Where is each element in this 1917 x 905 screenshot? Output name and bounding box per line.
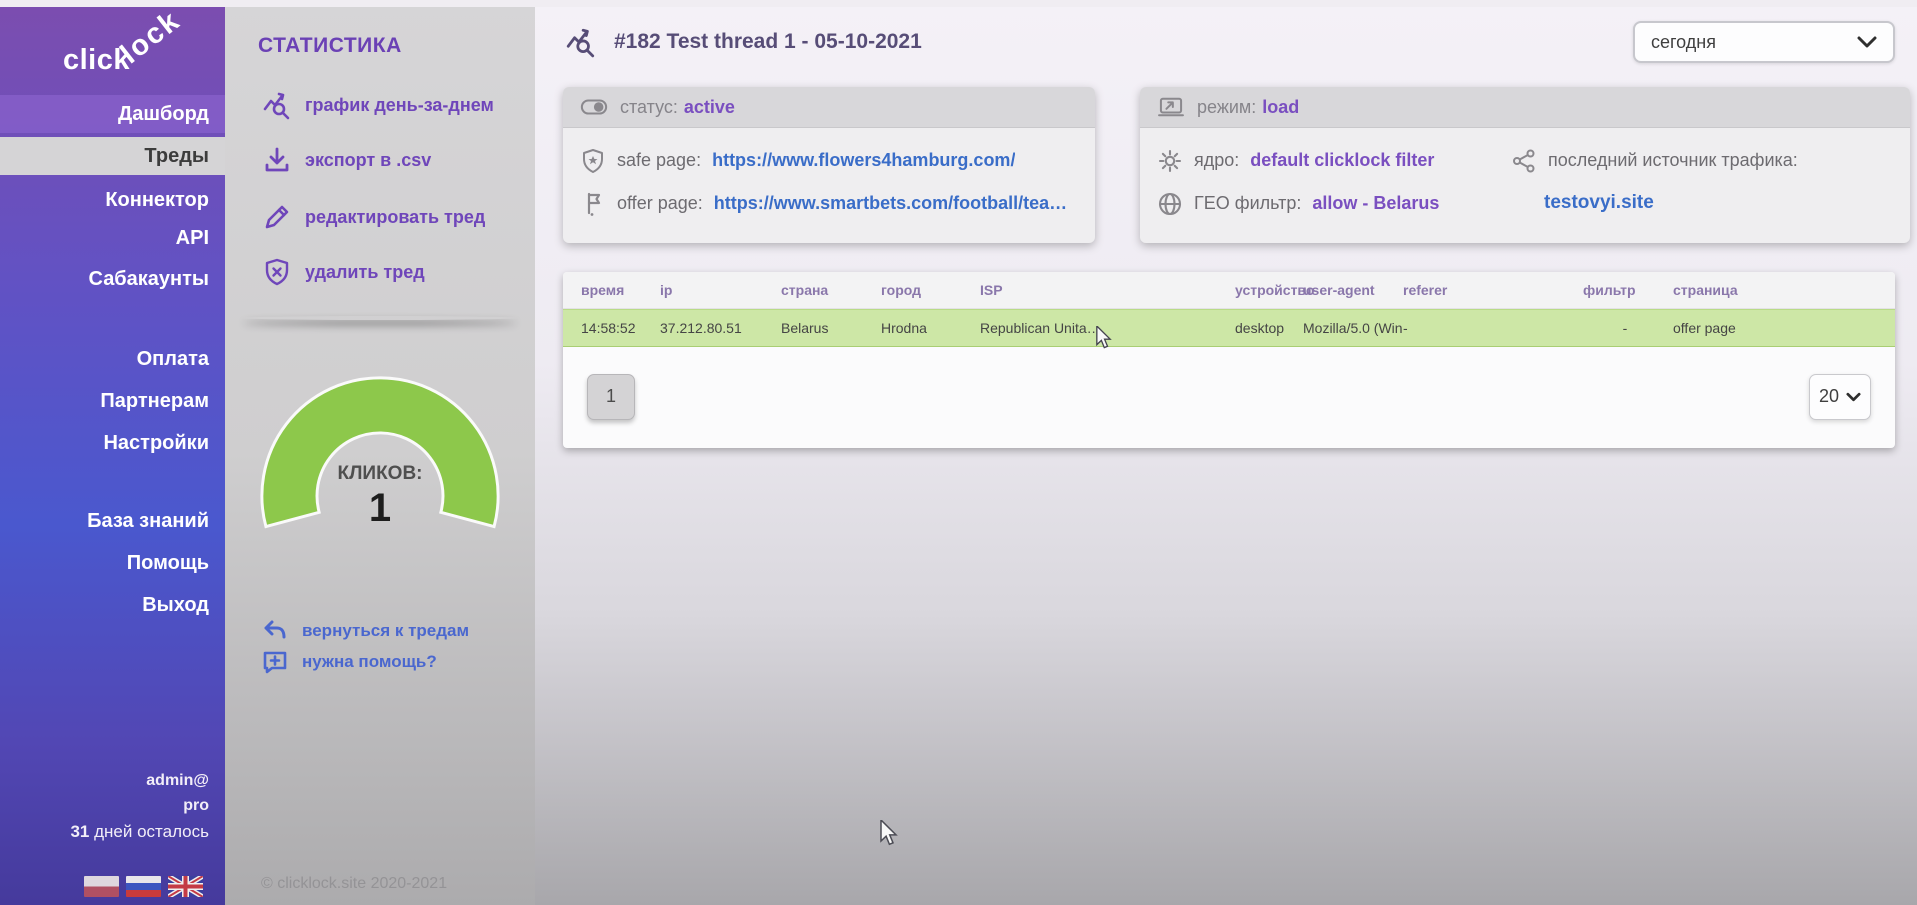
col-filter: фильтр: [1583, 282, 1673, 298]
kernel-row: ядро: default clicklock filter: [1157, 139, 1511, 182]
sidebar-item-dashboard[interactable]: Дашборд: [0, 95, 225, 133]
gauge-value: 1: [252, 486, 508, 531]
download-icon: [262, 145, 292, 175]
undo-icon: [262, 618, 288, 644]
last-traffic-source-row: последний источник трафика:: [1511, 139, 1893, 182]
traffic-source-link[interactable]: testovyi.site: [1544, 192, 1654, 214]
clicks-gauge: КЛИКОВ: 1: [252, 368, 508, 548]
account-days-left: 31 дней осталось: [70, 822, 209, 842]
uk-flag-icon[interactable]: [168, 876, 203, 897]
sidebar-item-payment[interactable]: Оплата: [0, 341, 225, 377]
delete-thread-button[interactable]: удалить тред: [262, 255, 425, 289]
cell-city: Hrodna: [881, 320, 980, 336]
page-1-button[interactable]: 1: [587, 374, 635, 420]
shield-star-icon: [580, 148, 606, 174]
thread-stats-panel: СТАТИСТИКА график день-за-днем экспорт в…: [225, 0, 535, 905]
sidebar-item-subaccounts[interactable]: Сабакаунты: [0, 261, 225, 297]
main-content: #182 Test thread 1 - 05-10-2021 сегодня …: [535, 0, 1917, 905]
day-by-day-chart-button[interactable]: график день-за-днем: [262, 88, 494, 122]
status-card-header: статус: active: [563, 87, 1095, 128]
cell-device: desktop: [1235, 320, 1303, 336]
clicklock-logo[interactable]: click lock: [63, 16, 213, 86]
account-email: admin@: [70, 772, 209, 790]
mode-card: режим: load ядро: default clicklock filt…: [1140, 87, 1910, 243]
sidebar-item-knowledge-base[interactable]: База знаний: [0, 503, 225, 539]
table-row[interactable]: 14:58:52 37.212.80.51 Belarus Hrodna Rep…: [563, 309, 1895, 347]
col-isp: ISP: [980, 282, 1235, 298]
thread-title-text: #182 Test thread 1 - 05-10-2021: [614, 30, 922, 54]
gauge-label: КЛИКОВ:: [252, 463, 508, 485]
account-plan: pro: [70, 797, 209, 815]
flag-icon: [580, 191, 606, 217]
sidebar-item-connector[interactable]: Коннектор: [0, 182, 225, 218]
gear-icon: [1157, 148, 1183, 174]
mode-label: режим:: [1197, 97, 1256, 118]
export-csv-button[interactable]: экспорт в .csv: [262, 143, 431, 177]
cell-page: offer page: [1673, 320, 1895, 336]
globe-icon: [1157, 191, 1183, 217]
date-range-select[interactable]: сегодня: [1633, 21, 1895, 63]
offer-page-row: offer page: https://www.smartbets.com/fo…: [580, 182, 1078, 225]
per-page-select[interactable]: 20: [1809, 374, 1871, 420]
cell-country: Belarus: [781, 320, 881, 336]
col-referer: referer: [1403, 282, 1583, 298]
safe-page-link[interactable]: https://www.flowers4hamburg.com/: [712, 150, 1015, 171]
mode-card-header: режим: load: [1140, 87, 1910, 128]
thread-title: #182 Test thread 1 - 05-10-2021: [563, 26, 922, 58]
sidebar-item-settings[interactable]: Настройки: [0, 425, 225, 461]
pencil-icon: [262, 202, 292, 232]
chart-search-icon: [262, 90, 292, 120]
shield-x-icon: [262, 257, 292, 287]
status-value: active: [684, 97, 735, 118]
chart-search-icon: [563, 26, 599, 58]
cell-user-agent: Mozilla/5.0 (Win…: [1303, 320, 1403, 336]
screen-arrow-icon: [1157, 96, 1185, 118]
edit-thread-button[interactable]: редактировать тред: [262, 200, 485, 234]
sidebar-item-api[interactable]: API: [0, 220, 225, 256]
safe-page-row: safe page: https://www.flowers4hamburg.c…: [580, 139, 1078, 182]
offer-page-link[interactable]: https://www.smartbets.com/football/tea…: [714, 193, 1067, 214]
table-header-row: время ip страна город ISP устройство use…: [563, 272, 1895, 309]
polish-flag-icon[interactable]: [84, 876, 119, 897]
col-user-agent: user-agent: [1303, 282, 1403, 298]
status-label: статус:: [620, 97, 678, 118]
chevron-down-icon: [1857, 36, 1877, 48]
stats-panel-title: СТАТИСТИКА: [258, 34, 402, 58]
account-info: admin@ pro 31 дней осталось: [70, 772, 209, 842]
col-device: устройство: [1235, 282, 1303, 298]
cell-ip: 37.212.80.51: [660, 320, 781, 336]
sidebar-item-threads[interactable]: Треды: [0, 137, 225, 175]
russian-flag-icon[interactable]: [126, 876, 161, 897]
sidebar-item-partners[interactable]: Партнерам: [0, 383, 225, 419]
cell-time: 14:58:52: [581, 320, 660, 336]
mouse-cursor: [879, 820, 898, 847]
language-switcher: [84, 876, 203, 897]
chevron-down-icon: [1846, 392, 1861, 402]
comment-plus-icon: [262, 649, 288, 675]
clicks-table-panel: время ip страна город ISP устройство use…: [563, 272, 1895, 448]
col-time: время: [581, 282, 660, 298]
mouse-cursor: [1095, 326, 1112, 350]
status-card: статус: active safe page: https://www.fl…: [563, 87, 1095, 243]
col-country: страна: [781, 282, 881, 298]
cell-referer: -: [1403, 320, 1583, 336]
sidebar-item-logout[interactable]: Выход: [0, 587, 225, 623]
mode-value: load: [1262, 97, 1299, 118]
cell-filter: -: [1583, 320, 1673, 336]
back-to-threads-link[interactable]: вернуться к тредам: [262, 617, 469, 645]
need-help-link[interactable]: нужна помощь?: [262, 648, 437, 676]
sidebar: click lock Дашборд Треды Коннектор API С…: [0, 0, 225, 905]
divider: [243, 316, 517, 320]
col-ip: ip: [660, 282, 781, 298]
sidebar-item-help[interactable]: Помощь: [0, 545, 225, 581]
copyright: © clicklock.site 2020-2021: [261, 875, 447, 893]
pagination-bar: 1 20: [563, 347, 1895, 446]
col-city: город: [881, 282, 980, 298]
toggle-icon: [580, 96, 608, 118]
geo-filter-row: ГЕО фильтр: allow - Belarus: [1157, 182, 1511, 225]
col-page: страница: [1673, 282, 1895, 298]
share-icon: [1511, 148, 1537, 174]
